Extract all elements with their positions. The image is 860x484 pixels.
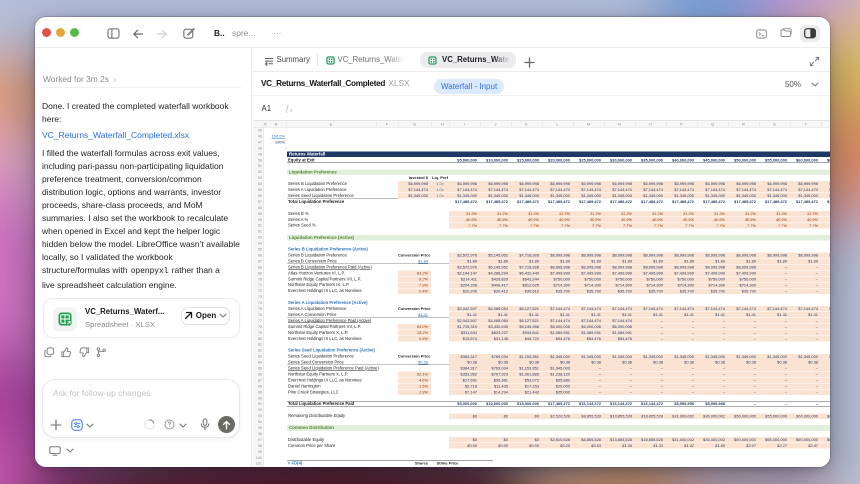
svg-text:x: x <box>288 108 292 113</box>
